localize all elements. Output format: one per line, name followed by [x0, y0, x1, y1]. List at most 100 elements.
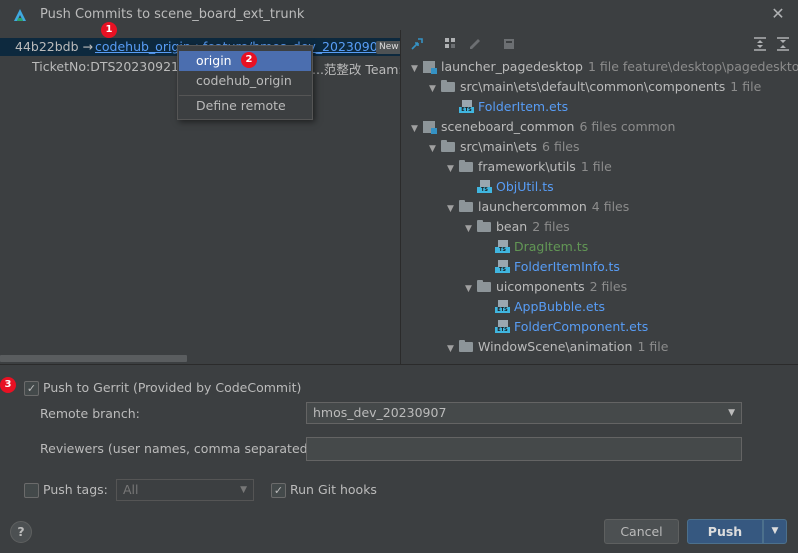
reviewers-label: Reviewers (user names, comma separated): [40, 441, 317, 456]
title-bar: Push Commits to scene_board_ext_trunk ✕ [0, 0, 798, 30]
run-git-hooks-checkbox[interactable]: ✓ [271, 483, 286, 498]
commit-message-tail: ...范整改 Team:Sce [312, 62, 400, 77]
module-icon [423, 121, 437, 134]
tree-file-row[interactable]: TS FolderItemInfo.ts [483, 257, 620, 277]
tree-item-meta: 6 files common [579, 119, 676, 134]
push-tags-checkbox[interactable] [24, 483, 39, 498]
annotation-marker-1: 1 [101, 22, 117, 38]
tree-item-meta: 4 files [591, 199, 630, 214]
ts-file-icon: TS [477, 180, 492, 193]
help-button[interactable]: ? [10, 521, 32, 543]
chevron-down-icon[interactable]: ▼ [411, 119, 423, 139]
tree-file-row[interactable]: ETS FolderItem.ets [447, 97, 568, 117]
annotation-marker-3: 3 [0, 377, 16, 393]
tree-item-name: FolderItemInfo.ts [514, 259, 620, 274]
window-title: Push Commits to scene_board_ext_trunk [40, 7, 305, 22]
commit-message[interactable]: TicketNo:DTS2023092102 [32, 59, 195, 74]
remote-branch-label: Remote branch: [40, 406, 140, 421]
ets-file-icon: ETS [495, 320, 510, 333]
tree-item-name: WindowScene\animation [478, 339, 633, 354]
folder-icon [477, 280, 491, 292]
tree-item-name: launcher_pagedesktop [441, 59, 583, 74]
folder-icon [441, 80, 455, 92]
tree-item-meta: 1 file [637, 339, 669, 354]
tree-item-name: ObjUtil.ts [496, 179, 554, 194]
chevron-down-icon[interactable]: ▼ [465, 219, 477, 239]
ets-file-icon: ETS [459, 100, 474, 113]
chevron-down-icon[interactable]: ▼ [429, 139, 441, 159]
remote-menu-item-define-remote[interactable]: Define remote [179, 96, 311, 116]
tree-file-row[interactable]: TS ObjUtil.ts [465, 177, 554, 197]
tree-folder-row[interactable]: ▼ WindowScene\animation 1 file [447, 337, 668, 357]
tree-folder-row[interactable]: ▼ sceneboard_common 6 files common [411, 117, 675, 137]
tree-folder-row[interactable]: ▼ launcher_pagedesktop 1 file feature\desk… [411, 57, 798, 77]
remote-branch-select[interactable]: hmos_dev_20230907 ▼ [306, 402, 742, 424]
tree-item-meta: 2 files [532, 219, 570, 234]
push-to-gerrit-label: Push to Gerrit (Provided by CodeCommit) [43, 380, 302, 395]
tree-file-row[interactable]: ETS AppBubble.ets [483, 297, 605, 317]
tree-folder-row[interactable]: ▼ src\main\ets 6 files [429, 137, 580, 157]
tree-item-meta: 1 file [730, 79, 762, 94]
tree-item-name: AppBubble.ets [514, 299, 606, 314]
tree-item-meta: 1 file feature\desktop\pagedesktop [587, 59, 798, 74]
folder-icon [441, 140, 455, 152]
dropdown-arrow-icon: ▼ [240, 485, 247, 495]
close-icon[interactable]: ✕ [768, 4, 788, 24]
tree-item-name: DragItem.ts [514, 239, 589, 254]
remote-menu-item-codehub-origin[interactable]: codehub_origin [179, 71, 311, 91]
tree-item-name: src\main\ets\default\common\components [460, 79, 726, 94]
tree-file-row[interactable]: ETS FolderComponent.ets [483, 317, 648, 337]
chevron-down-icon[interactable]: ▼ [447, 159, 459, 179]
commit-hash: 44b22bdb → [15, 39, 93, 54]
tree-item-name: FolderItem.ets [478, 99, 569, 114]
tree-item-name: src\main\ets [460, 139, 538, 154]
chevron-down-icon[interactable]: ▼ [447, 199, 459, 219]
remote-branch-value: hmos_dev_20230907 [313, 405, 447, 420]
expand-collapse-icon[interactable] [409, 36, 425, 52]
tree-item-name: bean [496, 219, 528, 234]
commit-message-text: TicketNo:DTS2023092102 [32, 59, 195, 74]
push-options-dropdown[interactable]: ▼ [763, 519, 787, 544]
expand-all-icon[interactable] [752, 36, 768, 52]
tree-item-name: launchercommon [478, 199, 587, 214]
tree-folder-row[interactable]: ▼ uicomponents 2 files [465, 277, 627, 297]
tree-item-meta: 2 files [589, 279, 628, 294]
tree-folder-row[interactable]: ▼ src\main\ets\default\common\components 1… [429, 77, 761, 97]
push-to-gerrit-checkbox[interactable]: ✓ [24, 381, 39, 396]
run-git-hooks-label: Run Git hooks [290, 482, 377, 497]
chevron-down-icon[interactable]: ▼ [429, 79, 441, 99]
tree-item-name: FolderComponent.ets [514, 319, 649, 334]
ts-file-icon: TS [495, 240, 510, 253]
collapse-all-icon[interactable] [775, 36, 791, 52]
push-tags-label: Push tags: [43, 482, 108, 497]
folder-icon [459, 200, 473, 212]
push-tags-select[interactable]: All ▼ [116, 479, 254, 501]
app-logo-icon [14, 9, 26, 21]
tree-item-meta: 1 file [580, 159, 612, 174]
horizontal-scrollbar[interactable] [0, 355, 187, 362]
module-icon [423, 61, 437, 74]
tree-folder-row[interactable]: ▼ launchercommon 4 files [447, 197, 629, 217]
chevron-down-icon[interactable]: ▼ [465, 279, 477, 299]
dropdown-arrow-icon: ▼ [728, 408, 735, 418]
folder-icon [459, 160, 473, 172]
tree-folder-row[interactable]: ▼ framework\utils 1 file [447, 157, 612, 177]
changes-pane: ▼ launcher_pagedesktop 1 file feature\desk… [401, 30, 798, 364]
chevron-down-icon[interactable]: ▼ [411, 59, 423, 79]
tree-file-row[interactable]: TS DragItem.ts [483, 237, 588, 257]
group-by-icon[interactable] [443, 36, 459, 52]
ts-file-icon: TS [495, 260, 510, 273]
push-button[interactable]: Push [687, 519, 763, 544]
tree-item-name: sceneboard_common [441, 119, 575, 134]
ets-file-icon: ETS [495, 300, 510, 313]
reviewers-input[interactable] [306, 437, 742, 461]
edit-icon[interactable] [467, 36, 483, 52]
cancel-button[interactable]: Cancel [604, 519, 679, 544]
push-tags-value: All [123, 482, 139, 497]
show-diff-icon[interactable] [501, 36, 517, 52]
chevron-down-icon: ▼ [771, 526, 779, 536]
chevron-down-icon[interactable]: ▼ [447, 339, 459, 359]
tree-folder-row[interactable]: ▼ bean 2 files [465, 217, 570, 237]
new-badge: New [376, 41, 400, 54]
tree-item-name: framework\utils [478, 159, 576, 174]
